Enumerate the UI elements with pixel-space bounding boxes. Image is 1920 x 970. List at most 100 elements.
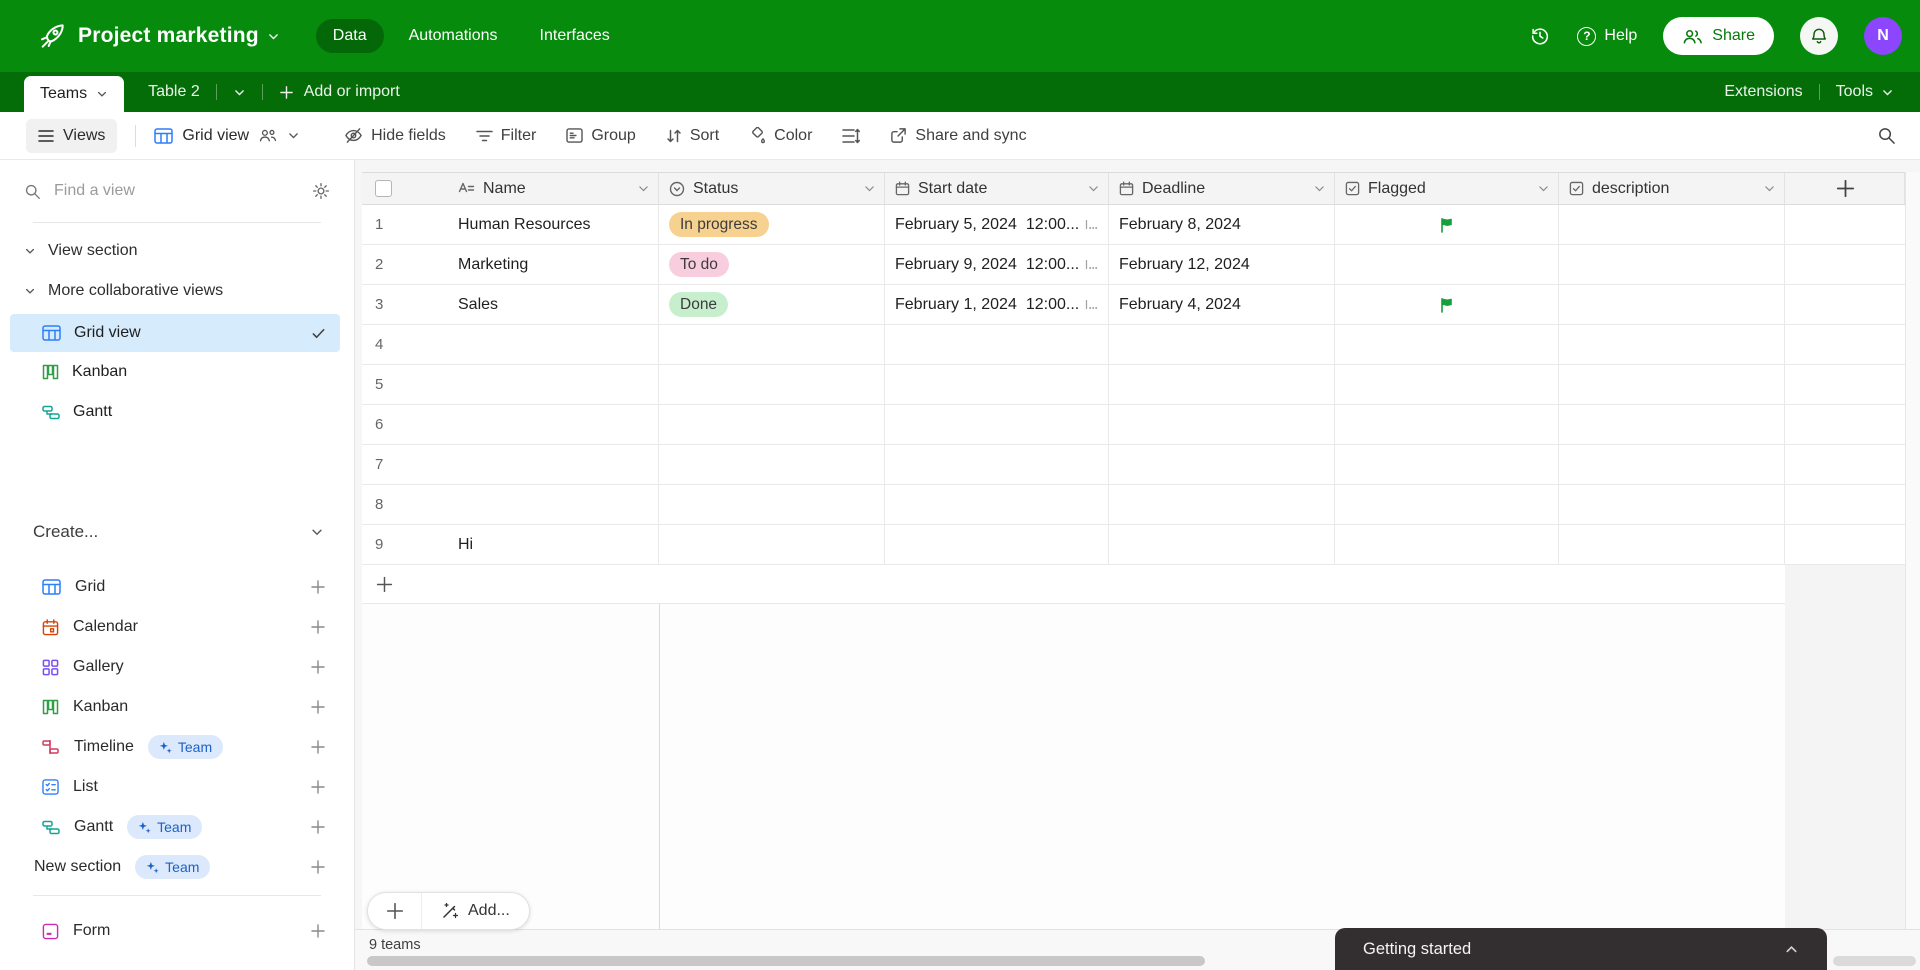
cell-name[interactable]	[448, 445, 659, 484]
cell-flagged[interactable]	[1335, 445, 1559, 484]
cell-start-date[interactable]: February 5, 2024 12:00...	[885, 205, 1109, 244]
column-header-start-date[interactable]: Start date	[885, 173, 1109, 204]
vertical-scrollbar[interactable]	[1905, 172, 1920, 929]
cell-deadline[interactable]	[1109, 525, 1335, 564]
cell-start-date[interactable]: February 1, 2024 12:00...	[885, 285, 1109, 324]
cell-description[interactable]	[1559, 525, 1785, 564]
column-header-description[interactable]: description	[1559, 173, 1785, 204]
add-row-button[interactable]	[362, 565, 1785, 604]
plus-icon[interactable]	[310, 779, 326, 795]
cell-name[interactable]	[448, 405, 659, 444]
cell-start-date[interactable]	[885, 445, 1109, 484]
add-or-import-button[interactable]: Add or import	[279, 83, 400, 101]
add-column-button[interactable]	[1785, 173, 1905, 204]
tools-button[interactable]: Tools	[1836, 83, 1894, 101]
cell-start-date[interactable]: February 9, 2024 12:00...	[885, 245, 1109, 284]
cell-flagged[interactable]	[1335, 365, 1559, 404]
select-all-cell[interactable]	[362, 173, 448, 204]
column-header-status[interactable]: Status	[659, 173, 885, 204]
table-row[interactable]: 3 Sales Done February 1, 2024 12:00... Fe…	[362, 285, 1905, 325]
cell-start-date[interactable]	[885, 525, 1109, 564]
base-title[interactable]: Project marketing	[78, 24, 259, 48]
table-row[interactable]: 9 Hi	[362, 525, 1905, 565]
create-form-item[interactable]: Form	[10, 911, 340, 951]
cell-status[interactable]	[659, 445, 885, 484]
cell-description[interactable]	[1559, 325, 1785, 364]
tab-table2[interactable]: Table 2	[148, 83, 200, 101]
table-row[interactable]: 6	[362, 405, 1905, 445]
checkbox-icon[interactable]	[375, 180, 392, 197]
section-view-section[interactable]: View section	[24, 242, 138, 260]
cell-status[interactable]	[659, 485, 885, 524]
group-button[interactable]: Group	[566, 127, 636, 145]
cell-status[interactable]: Done	[659, 285, 885, 324]
cell-description[interactable]	[1559, 485, 1785, 524]
cell-name[interactable]	[448, 325, 659, 364]
cell-description[interactable]	[1559, 365, 1785, 404]
cell-name[interactable]: Sales	[448, 285, 659, 324]
nav-tab-automations[interactable]: Automations	[392, 19, 515, 53]
cell-deadline[interactable]	[1109, 405, 1335, 444]
column-header-flagged[interactable]: Flagged	[1335, 173, 1559, 204]
chevron-down-icon[interactable]	[267, 30, 280, 43]
cell-deadline[interactable]: February 8, 2024	[1109, 205, 1335, 244]
share-and-sync-button[interactable]: Share and sync	[890, 127, 1027, 145]
sidebar-view-kanban[interactable]: Kanban	[10, 353, 340, 391]
cell-status[interactable]	[659, 325, 885, 364]
hide-fields-button[interactable]: Hide fields	[344, 127, 446, 145]
chevron-down-icon[interactable]	[1763, 182, 1776, 195]
chevron-up-icon[interactable]	[1784, 942, 1799, 957]
cell-start-date[interactable]	[885, 405, 1109, 444]
table-row[interactable]: 7	[362, 445, 1905, 485]
tab-teams[interactable]: Teams	[24, 76, 125, 112]
create-kanban-item[interactable]: Kanban	[10, 687, 340, 727]
search-icon[interactable]	[1877, 126, 1896, 145]
table-row[interactable]: 5	[362, 365, 1905, 405]
cell-name[interactable]: Hi	[448, 525, 659, 564]
view-switcher[interactable]: Grid view	[154, 127, 300, 145]
nav-tab-interfaces[interactable]: Interfaces	[523, 19, 627, 53]
find-view-search[interactable]	[24, 182, 330, 200]
chevron-down-icon[interactable]	[863, 182, 876, 195]
color-button[interactable]: Color	[749, 127, 812, 145]
cell-name[interactable]: Human Resources	[448, 205, 659, 244]
chevron-down-icon[interactable]	[637, 182, 650, 195]
cell-start-date[interactable]	[885, 325, 1109, 364]
horizontal-scrollbar-thumb[interactable]	[367, 956, 1205, 966]
create-timeline-item[interactable]: Timeline Team	[10, 727, 340, 767]
create-list-item[interactable]: List	[10, 767, 340, 807]
plus-icon[interactable]	[310, 619, 326, 635]
add-with-ai-button[interactable]: Add...	[422, 902, 529, 920]
cell-status[interactable]: In progress	[659, 205, 885, 244]
cell-name[interactable]	[448, 365, 659, 404]
filter-button[interactable]: Filter	[476, 127, 536, 145]
plus-icon[interactable]	[310, 579, 326, 595]
cell-status[interactable]: To do	[659, 245, 885, 284]
cell-flagged[interactable]	[1335, 525, 1559, 564]
table-row[interactable]: 2 Marketing To do February 9, 2024 12:00.…	[362, 245, 1905, 285]
cell-description[interactable]	[1559, 285, 1785, 324]
history-icon[interactable]	[1529, 25, 1551, 47]
cell-deadline[interactable]	[1109, 365, 1335, 404]
cell-flagged[interactable]	[1335, 205, 1559, 244]
nav-tab-data[interactable]: Data	[315, 19, 384, 53]
table-row[interactable]: 8	[362, 485, 1905, 525]
cell-start-date[interactable]	[885, 485, 1109, 524]
views-button[interactable]: Views	[26, 118, 118, 153]
cell-flagged[interactable]	[1335, 285, 1559, 324]
cell-name[interactable]: Marketing	[448, 245, 659, 284]
create-section-header[interactable]: Create...	[33, 522, 324, 542]
share-button[interactable]: Share	[1663, 17, 1774, 55]
cell-deadline[interactable]	[1109, 325, 1335, 364]
cell-flagged[interactable]	[1335, 245, 1559, 284]
add-record-button[interactable]	[368, 893, 422, 929]
cell-status[interactable]	[659, 405, 885, 444]
cell-flagged[interactable]	[1335, 405, 1559, 444]
extensions-button[interactable]: Extensions	[1724, 83, 1802, 101]
sort-button[interactable]: Sort	[666, 127, 719, 145]
cell-description[interactable]	[1559, 245, 1785, 284]
sidebar-view-grid[interactable]: Grid view	[10, 314, 340, 352]
row-height-button[interactable]	[842, 128, 861, 144]
plus-icon[interactable]	[310, 659, 326, 675]
cell-description[interactable]	[1559, 445, 1785, 484]
